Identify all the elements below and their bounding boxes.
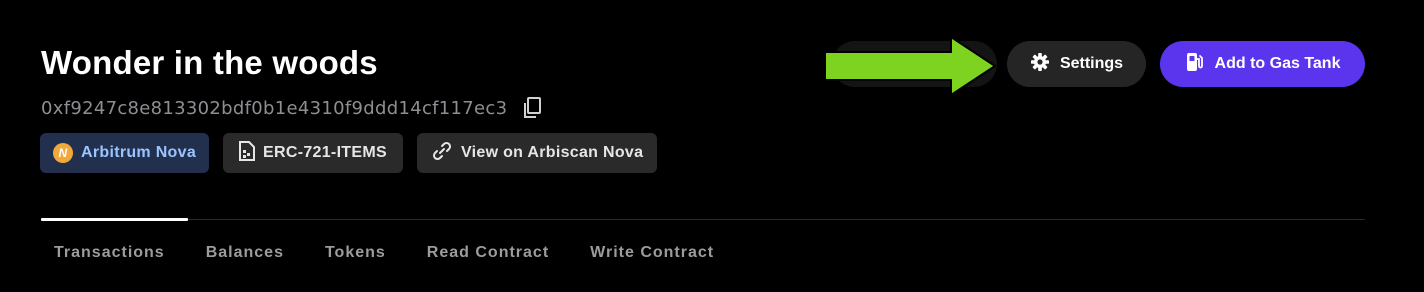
contract-address: 0xf9247c8e813302bdf0b1e4310f9ddd14cf117e… [41, 97, 508, 119]
network-badge-label: Arbitrum Nova [81, 144, 197, 161]
arbitrum-nova-logo-icon: N [53, 143, 73, 163]
view-on-explorer-label: View on Arbiscan Nova [460, 144, 644, 161]
active-tab-indicator [41, 218, 188, 221]
token-standard-label: ERC-721-ITEMS [263, 144, 387, 161]
token-standard-badge: ERC-721-ITEMS [223, 133, 403, 173]
green-arrow-annotation [824, 35, 997, 97]
copy-icon[interactable] [521, 96, 543, 120]
network-badge: N Arbitrum Nova [40, 133, 210, 173]
contract-badges: N Arbitrum Nova ERC-721-ITEMS View on Ar… [40, 133, 658, 173]
tab-divider [41, 219, 1365, 220]
tab-tokens[interactable]: Tokens [325, 244, 386, 262]
contract-tabs: Transactions Balances Tokens Read Contra… [54, 244, 714, 262]
settings-button[interactable]: Settings [1007, 41, 1146, 87]
document-icon [239, 140, 256, 166]
fuel-pump-icon [1185, 51, 1205, 78]
link-icon [431, 140, 453, 167]
add-to-gas-tank-label: Add to Gas Tank [1214, 55, 1341, 72]
tab-write-contract[interactable]: Write Contract [590, 244, 714, 262]
tab-balances[interactable]: Balances [206, 244, 284, 262]
tab-read-contract[interactable]: Read Contract [427, 244, 549, 262]
contract-address-row: 0xf9247c8e813302bdf0b1e4310f9ddd14cf117e… [41, 96, 543, 120]
tab-transactions[interactable]: Transactions [54, 244, 165, 262]
view-on-explorer-link[interactable]: View on Arbiscan Nova [416, 133, 658, 173]
gear-icon [1030, 52, 1050, 77]
settings-button-label: Settings [1059, 55, 1124, 72]
add-to-gas-tank-button[interactable]: Add to Gas Tank [1160, 41, 1365, 87]
page-title: Wonder in the woods [41, 44, 378, 81]
